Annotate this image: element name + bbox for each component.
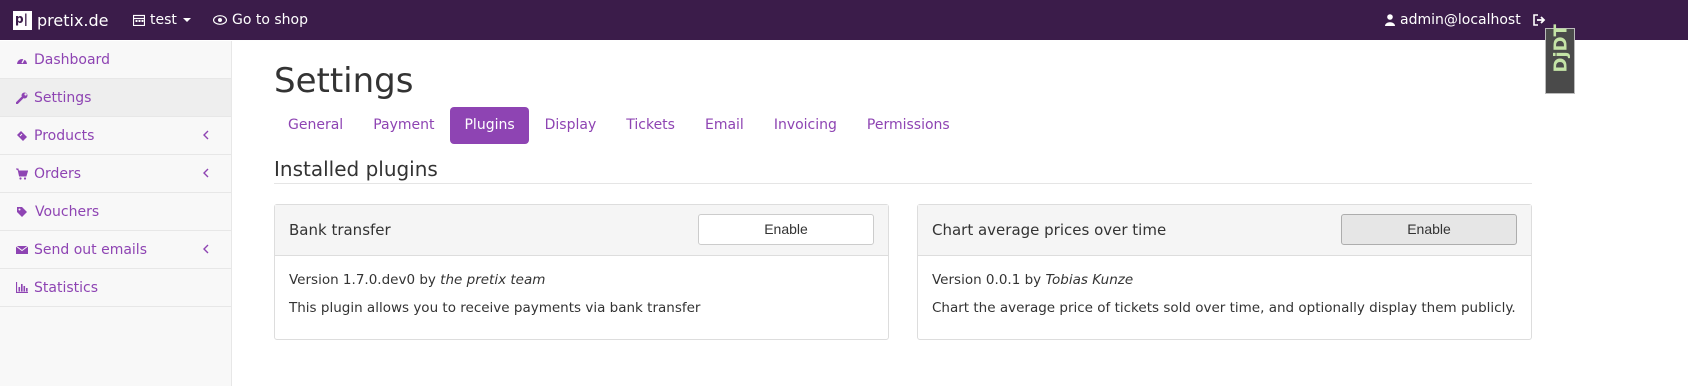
sidebar-item-statistics[interactable]: Statistics <box>0 269 231 307</box>
caret-down-icon <box>182 18 191 22</box>
plugin-panel-chart-average-prices: Chart average prices over time Enable Ve… <box>917 204 1532 340</box>
chevron-left-icon <box>203 130 209 140</box>
tab-display[interactable]: Display <box>531 107 611 144</box>
debug-toolbar-label: DjDT <box>1550 24 1572 73</box>
plugin-name: Bank transfer <box>289 221 391 239</box>
user-icon <box>1385 14 1395 26</box>
eye-icon <box>213 15 227 25</box>
sidebar-item-label: Orders <box>34 165 82 182</box>
plugin-panel-bank-transfer: Bank transfer Enable Version 1.7.0.dev0 … <box>274 204 889 340</box>
plugin-name: Chart average prices over time <box>932 221 1167 239</box>
wrench-icon <box>16 92 28 104</box>
tab-email[interactable]: Email <box>691 107 758 144</box>
plugin-version: Version 0.0.1 by Tobias Kunze <box>932 270 1517 298</box>
sidebar-item-label: Send out emails <box>34 241 147 258</box>
sidebar: Dashboard Settings Products Orders Vouch… <box>0 41 232 386</box>
chevron-left-icon <box>203 244 209 254</box>
plugin-description: This plugin allows you to receive paymen… <box>289 300 701 316</box>
sidebar-item-dashboard[interactable]: Dashboard <box>0 41 231 79</box>
dashboard-icon <box>17 57 27 64</box>
plugin-author: Tobias Kunze <box>1045 272 1134 288</box>
page-title: Settings <box>274 61 414 101</box>
tab-plugins[interactable]: Plugins <box>450 107 529 144</box>
sidebar-item-label: Dashboard <box>34 51 110 68</box>
main-content: Settings General Payment Plugins Display… <box>274 41 1532 340</box>
settings-tabs: General Payment Plugins Display Tickets … <box>274 107 1532 145</box>
brand-name: pretix.de <box>37 10 109 30</box>
tags-icon <box>17 206 27 217</box>
user-menu[interactable]: admin@localhost <box>1385 0 1521 40</box>
bar-chart-icon <box>16 282 28 293</box>
panel-body: Version 0.0.1 by Tobias Kunze Chart the … <box>918 256 1531 340</box>
debug-toolbar-handle[interactable]: DjDT <box>1545 24 1575 94</box>
sign-out-icon <box>1533 14 1546 26</box>
plugin-description: Chart the average price of tickets sold … <box>932 300 1516 316</box>
envelope-icon <box>16 245 28 254</box>
panel-heading: Chart average prices over time Enable <box>918 205 1531 256</box>
user-name: admin@localhost <box>1400 12 1521 28</box>
plugin-version: Version 1.7.0.dev0 by the pretix team <box>289 270 874 298</box>
go-to-shop-label: Go to shop <box>232 12 308 28</box>
panel-body: Version 1.7.0.dev0 by the pretix team Th… <box>275 256 888 340</box>
tab-invoicing[interactable]: Invoicing <box>760 107 851 144</box>
sidebar-item-label: Settings <box>34 89 92 106</box>
ticket-icon <box>17 130 27 141</box>
chevron-left-icon <box>203 168 209 178</box>
sidebar-item-orders[interactable]: Orders <box>0 155 231 193</box>
tab-tickets[interactable]: Tickets <box>612 107 689 144</box>
sidebar-item-label: Vouchers <box>35 203 100 220</box>
calendar-icon <box>133 14 145 26</box>
sidebar-item-label: Products <box>34 127 95 144</box>
plugin-list: Bank transfer Enable Version 1.7.0.dev0 … <box>274 204 1532 340</box>
top-navbar: pretix.de test Go to shop admin@localhos… <box>0 0 1688 40</box>
sidebar-item-vouchers[interactable]: Vouchers <box>0 193 231 231</box>
sidebar-item-settings[interactable]: Settings <box>0 79 231 117</box>
sidebar-item-products[interactable]: Products <box>0 117 231 155</box>
brand-link[interactable]: pretix.de <box>13 8 109 32</box>
sidebar-item-send-out-emails[interactable]: Send out emails <box>0 231 231 269</box>
sidebar-item-label: Statistics <box>34 279 98 296</box>
tab-permissions[interactable]: Permissions <box>853 107 964 144</box>
version-text: Version 0.0.1 by <box>932 272 1046 288</box>
panel-heading: Bank transfer Enable <box>275 205 888 256</box>
version-text: Version 1.7.0.dev0 by <box>289 272 441 288</box>
plugin-author: the pretix team <box>440 272 546 288</box>
cart-icon <box>16 168 28 180</box>
event-name: test <box>150 12 177 28</box>
go-to-shop-link[interactable]: Go to shop <box>213 0 308 40</box>
enable-button[interactable]: Enable <box>698 214 874 245</box>
enable-button[interactable]: Enable <box>1341 214 1517 245</box>
section-title: Installed plugins <box>274 154 1532 184</box>
pretix-logo-icon <box>13 10 32 30</box>
tab-general[interactable]: General <box>274 107 357 144</box>
event-dropdown[interactable]: test <box>133 0 191 40</box>
tab-payment[interactable]: Payment <box>359 107 448 144</box>
